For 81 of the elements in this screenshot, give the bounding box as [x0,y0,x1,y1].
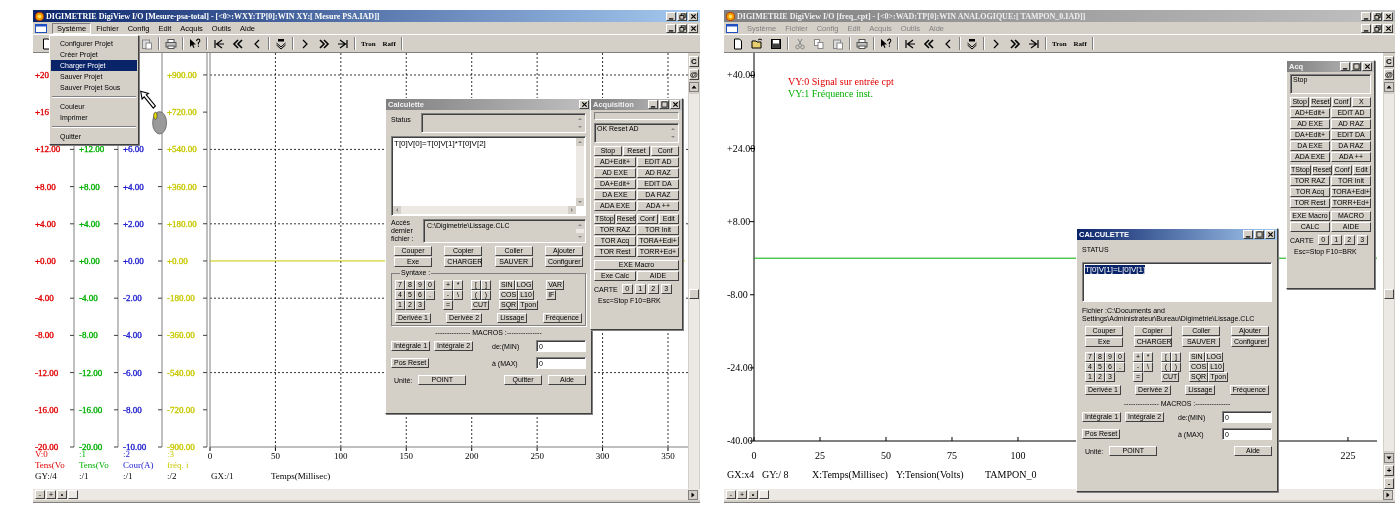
x-tick-label: 0 [751,450,757,461]
x-tick-label: 100 [1010,450,1026,461]
x-tick-label: 100 [334,451,348,461]
y-tick-label: -8.00 [727,288,748,300]
window-title: DIGIMETRIE DigiView I/O [freq_cpt] - [<0>:WAD:TP[0]:WIN ANALOGIQUE:[ TAMPON_0.IAD]] [737,11,1087,21]
x-tick-label: 50 [881,450,891,461]
axis-info-label: TAMPON_0 [985,469,1037,480]
y-tick-label: +40.00 [727,69,756,81]
axis-info-label: X:Temps(Millisec) [812,469,888,480]
x-tick-label: 75 [947,450,957,461]
axis-tick-label: +12.00 [35,144,61,155]
x-tick-label: 25 [815,450,825,461]
x-tick-label: 0 [207,451,213,461]
axis-tick-label: +20 [35,70,50,80]
axis-tick-label: -8.00 [35,330,54,341]
axis-tick-label: -20.00 [35,442,59,452]
y-tick-label: -180.00 [167,293,195,304]
y-tick-label: +0.00 [167,255,188,266]
axis-info-label: GY:/ 8 [762,469,789,480]
y-tick-label: +900.00 [167,69,197,80]
y-tick-label: +24.00 [727,142,756,154]
scale-label: :/2 [167,471,177,481]
axis-tick-label: +0.00 [79,256,100,266]
axis-info-label: Y:Tension(Volts) [896,469,964,480]
x-axis-info: GX:/1 [211,471,234,481]
channel-name: Tens(Vo [35,460,65,470]
axis-tick-label: +6.00 [123,144,144,155]
scale-label: :/1 [79,471,89,481]
axis-tick-label: +0.00 [35,256,56,266]
legend-entry: VY:1 Fréquence inst. [788,88,873,99]
window-title: DIGIMETRIE DigiView I/O [Mesure-psa-total] - [<0>:WXY:TP[0]:WIN XY:[ Mesure PSA.IAD]] [46,11,381,21]
legend-entry: VY:0 Signal sur entrée cpt [788,76,894,87]
axis-tick-label: -4.00 [35,293,54,304]
y-tick-label: -360.00 [167,330,195,341]
axis-tick-label: +4.00 [35,218,56,229]
x-axis-info: Temps(Millisec) [271,471,331,481]
y-tick-label: +360.00 [167,181,197,192]
y-tick-label: -540.00 [167,367,195,378]
axis-tick-label: +12.00 [79,144,105,155]
y-tick-label: -900.00 [167,442,195,452]
scale-label: :/1 [123,471,133,481]
y-tick-label: +8.00 [727,215,751,227]
axis-tick-label: +16 [35,107,50,118]
axis-tick-label: -16.00 [79,404,103,415]
axis-tick-label: -4.00 [123,330,142,341]
axis-tick-label: -20.00 [79,442,103,452]
axis-tick-label: -8.00 [79,330,98,341]
axis-tick-label: +4.00 [79,218,100,229]
axis-tick-label: -8.00 [123,404,142,415]
y-tick-label: -40.00 [727,435,753,446]
y-tick-label: -24.00 [727,361,753,373]
y-tick-label: +540.00 [167,144,197,155]
x-tick-label: 225 [1340,450,1356,461]
axis-tick-label: +8.00 [35,181,56,192]
axis-tick-label: +2.00 [123,218,144,229]
y-tick-label: -720.00 [167,404,195,415]
x-tick-label: 250 [530,451,544,461]
axis-tick-label: +8.00 [79,181,100,192]
axis-tick-label: -16.00 [35,404,59,415]
x-tick-label: 300 [595,451,610,461]
axis-tick-label: -12.00 [35,367,59,378]
x-tick-label: 50 [270,451,280,461]
axis-tick-label: -4.00 [79,293,98,304]
axis-info-label: GX:x4 [727,469,755,480]
formula-text: T[0]V[1]=L[0]V[1] [1085,265,1146,274]
channel-name: Tens(Vo [79,460,109,470]
channel-name: fréq. i [167,460,189,470]
axis-tick-label: +4.00 [123,181,144,192]
x-tick-label: 350 [661,451,675,461]
y-tick-label: +180.00 [167,218,197,229]
channel-name: Cour(A) [123,460,154,470]
y-tick-label: +720.00 [167,107,197,118]
axis-tick-label: +0.00 [123,256,144,266]
x-tick-label: 200 [464,451,479,461]
x-tick-label: 150 [399,451,414,461]
axis-tick-label: -12.00 [79,367,103,378]
axis-tick-label: -10.00 [123,442,147,452]
axis-tick-label: -2.00 [123,293,142,304]
axis-tick-label: -6.00 [123,367,142,378]
scale-label: GY:/4 [35,471,57,481]
formula-text: T[0]V[0]=T[0]V[1]*T[0]V[2] [394,139,486,148]
